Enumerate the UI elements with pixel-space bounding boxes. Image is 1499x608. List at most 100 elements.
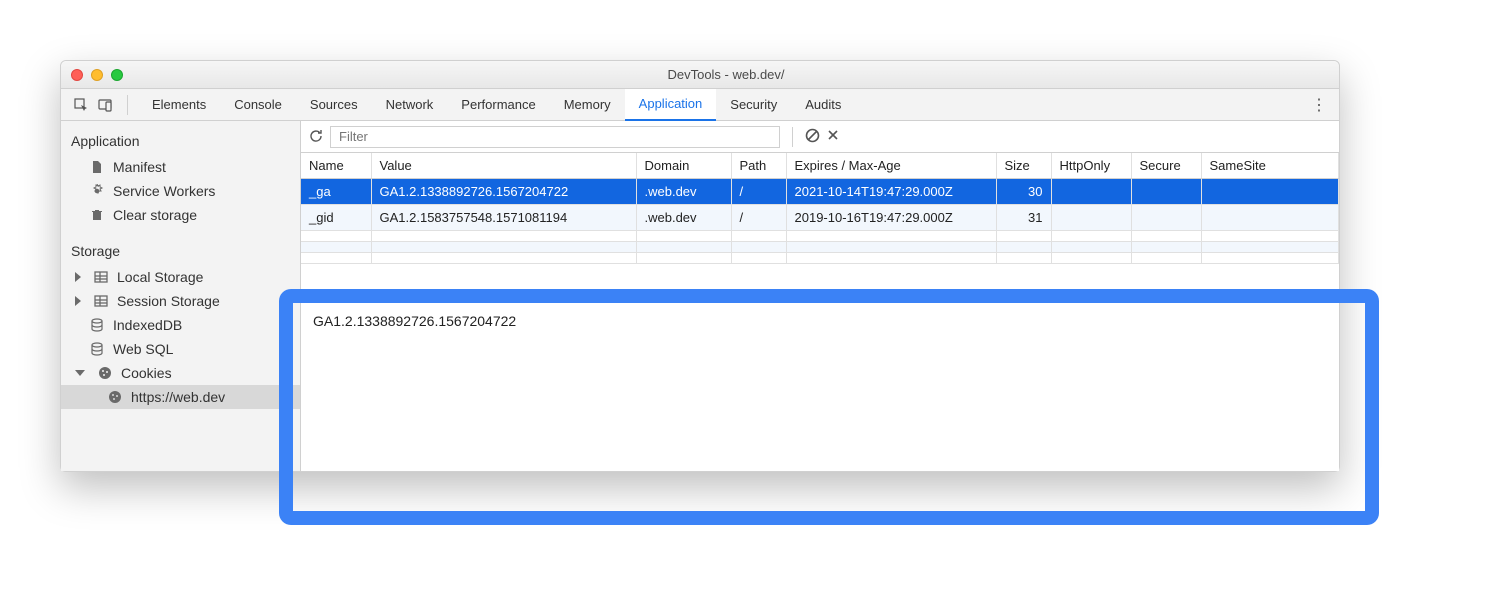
- sidebar-item-label: Cookies: [121, 365, 172, 381]
- sidebar-item-label: Web SQL: [113, 341, 173, 357]
- table-icon: [93, 293, 109, 309]
- sidebar-section-application: Application: [61, 127, 300, 155]
- cell-secure: [1131, 205, 1201, 231]
- sidebar-item-label: Local Storage: [117, 269, 203, 285]
- tab-sources[interactable]: Sources: [296, 89, 372, 121]
- table-row[interactable]: _ga GA1.2.1338892726.1567204722 .web.dev…: [301, 179, 1339, 205]
- cell-size: 30: [996, 179, 1051, 205]
- tab-application[interactable]: Application: [625, 89, 717, 121]
- sidebar-item-service-workers[interactable]: Service Workers: [61, 179, 300, 203]
- table-icon: [93, 269, 109, 285]
- cookie-value-preview: GA1.2.1338892726.1567204722: [301, 303, 1339, 471]
- col-httponly[interactable]: HttpOnly: [1051, 153, 1131, 179]
- cell-value: GA1.2.1338892726.1567204722: [371, 179, 636, 205]
- application-sidebar: Application Manifest Service Workers Cle…: [61, 121, 301, 471]
- sidebar-item-label: IndexedDB: [113, 317, 182, 333]
- table-row[interactable]: [301, 253, 1339, 264]
- sidebar-item-indexeddb[interactable]: IndexedDB: [61, 313, 300, 337]
- more-menu-icon[interactable]: ⋮: [1307, 95, 1331, 115]
- tab-label: Elements: [152, 97, 206, 112]
- trash-icon: [89, 207, 105, 223]
- preview-text: GA1.2.1338892726.1567204722: [313, 313, 516, 329]
- sidebar-item-manifest[interactable]: Manifest: [61, 155, 300, 179]
- table-header-row: Name Value Domain Path Expires / Max-Age…: [301, 153, 1339, 179]
- cell-name: _gid: [301, 205, 371, 231]
- sidebar-item-label: https://web.dev: [131, 389, 225, 405]
- titlebar: DevTools - web.dev/: [61, 61, 1339, 89]
- tab-label: Sources: [310, 97, 358, 112]
- cell-size: 31: [996, 205, 1051, 231]
- sidebar-item-websql[interactable]: Web SQL: [61, 337, 300, 361]
- cell-path: /: [731, 179, 786, 205]
- devtools-tabbar: Elements Console Sources Network Perform…: [61, 89, 1339, 121]
- database-icon: [89, 317, 105, 333]
- filter-input[interactable]: [330, 126, 780, 148]
- cookies-toolbar: [301, 121, 1339, 153]
- disclosure-icon: [75, 296, 81, 306]
- sidebar-item-local-storage[interactable]: Local Storage: [61, 265, 300, 289]
- close-window-button[interactable]: [71, 69, 83, 81]
- col-expires[interactable]: Expires / Max-Age: [786, 153, 996, 179]
- tab-audits[interactable]: Audits: [791, 89, 855, 121]
- window-title: DevTools - web.dev/: [123, 67, 1329, 82]
- disclosure-icon: [75, 272, 81, 282]
- sidebar-item-label: Service Workers: [113, 183, 215, 199]
- tab-network[interactable]: Network: [372, 89, 448, 121]
- sidebar-item-label: Clear storage: [113, 207, 197, 223]
- toggle-device-icon[interactable]: [93, 93, 117, 117]
- sidebar-item-clear-storage[interactable]: Clear storage: [61, 203, 300, 227]
- tab-security[interactable]: Security: [716, 89, 791, 121]
- minimize-window-button[interactable]: [91, 69, 103, 81]
- tab-label: Audits: [805, 97, 841, 112]
- database-icon: [89, 341, 105, 357]
- traffic-lights: [71, 69, 123, 81]
- col-name[interactable]: Name: [301, 153, 371, 179]
- col-value[interactable]: Value: [371, 153, 636, 179]
- col-path[interactable]: Path: [731, 153, 786, 179]
- cell-value: GA1.2.1583757548.1571081194: [371, 205, 636, 231]
- cookie-icon: [97, 365, 113, 381]
- tab-label: Network: [386, 97, 434, 112]
- tab-label: Console: [234, 97, 282, 112]
- cell-domain: .web.dev: [636, 205, 731, 231]
- cell-name: _ga: [301, 179, 371, 205]
- inspect-element-icon[interactable]: [69, 93, 93, 117]
- cell-httponly: [1051, 179, 1131, 205]
- cell-path: /: [731, 205, 786, 231]
- filter-wrap: [330, 126, 780, 148]
- devtools-window: DevTools - web.dev/ Elements Console Sou…: [60, 60, 1340, 472]
- delete-selected-icon[interactable]: [826, 128, 840, 145]
- sidebar-section-storage: Storage: [61, 237, 300, 265]
- tab-label: Security: [730, 97, 777, 112]
- main-panel: Name Value Domain Path Expires / Max-Age…: [301, 121, 1339, 471]
- col-domain[interactable]: Domain: [636, 153, 731, 179]
- cell-expires: 2019-10-16T19:47:29.000Z: [786, 205, 996, 231]
- cell-httponly: [1051, 205, 1131, 231]
- sidebar-item-cookies[interactable]: Cookies: [61, 361, 300, 385]
- tab-label: Memory: [564, 97, 611, 112]
- cell-domain: .web.dev: [636, 179, 731, 205]
- table-row[interactable]: [301, 242, 1339, 253]
- refresh-icon[interactable]: [309, 128, 324, 146]
- sidebar-item-label: Manifest: [113, 159, 166, 175]
- tab-label: Application: [639, 96, 703, 111]
- tab-label: Performance: [461, 97, 535, 112]
- tab-memory[interactable]: Memory: [550, 89, 625, 121]
- cookie-icon: [107, 389, 123, 405]
- col-size[interactable]: Size: [996, 153, 1051, 179]
- cell-samesite: [1201, 205, 1339, 231]
- col-samesite[interactable]: SameSite: [1201, 153, 1339, 179]
- zoom-window-button[interactable]: [111, 69, 123, 81]
- table-row[interactable]: [301, 231, 1339, 242]
- tab-elements[interactable]: Elements: [138, 89, 220, 121]
- table-row[interactable]: _gid GA1.2.1583757548.1571081194 .web.de…: [301, 205, 1339, 231]
- clear-all-icon[interactable]: [805, 128, 820, 146]
- tab-console[interactable]: Console: [220, 89, 296, 121]
- sidebar-item-cookie-origin[interactable]: https://web.dev: [61, 385, 300, 409]
- file-icon: [89, 159, 105, 175]
- cell-expires: 2021-10-14T19:47:29.000Z: [786, 179, 996, 205]
- sidebar-item-session-storage[interactable]: Session Storage: [61, 289, 300, 313]
- tab-performance[interactable]: Performance: [447, 89, 549, 121]
- cell-secure: [1131, 179, 1201, 205]
- col-secure[interactable]: Secure: [1131, 153, 1201, 179]
